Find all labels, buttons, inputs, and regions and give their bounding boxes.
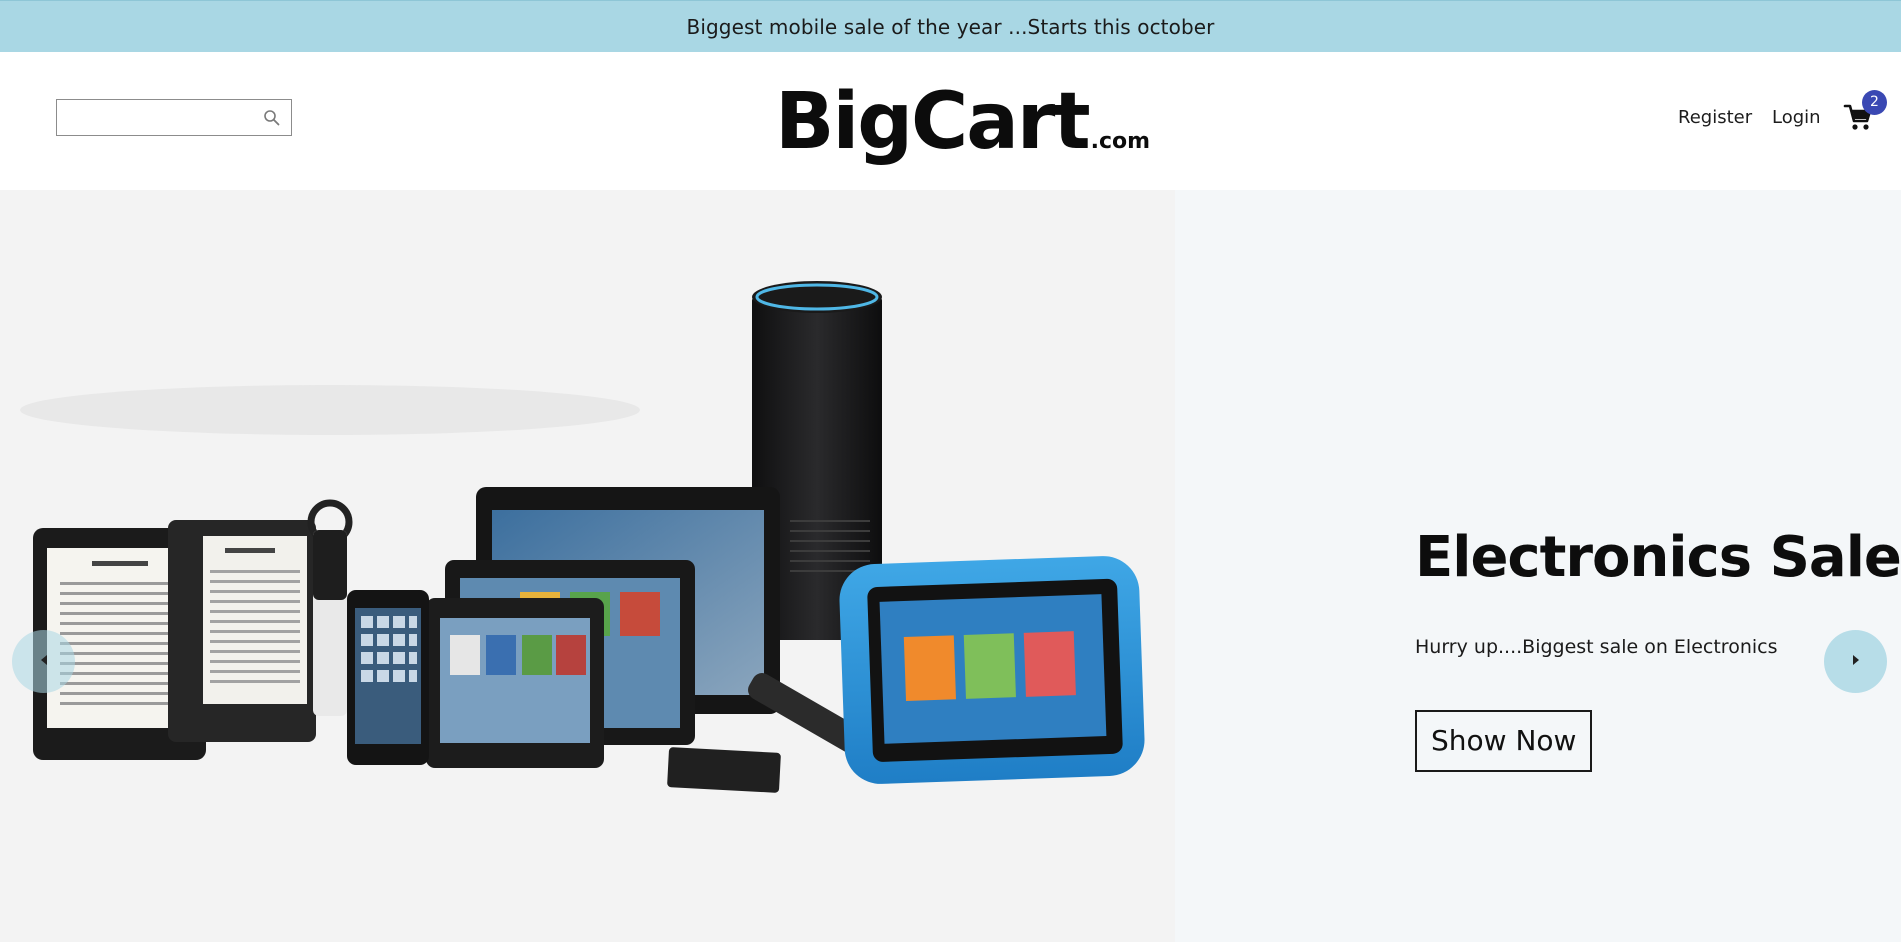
site-logo[interactable]: BigCart .com	[775, 72, 1150, 172]
logo-domain-suffix: .com	[1090, 129, 1151, 154]
slider-next-button[interactable]	[1824, 630, 1887, 693]
show-now-button[interactable]: Show Now	[1415, 710, 1593, 772]
cart-count-badge: 2	[1862, 90, 1887, 115]
logo-wordmark: BigCart	[775, 77, 1091, 167]
hero-content: Electronics Sale Hurry up....Biggest sal…	[1415, 525, 1901, 772]
hero-product-image	[0, 190, 1175, 942]
login-link[interactable]: Login	[1772, 107, 1821, 128]
hero-subtitle: Hurry up....Biggest sale on Electronics	[1415, 636, 1778, 658]
search-box[interactable]	[56, 99, 292, 136]
chevron-right-icon	[1850, 652, 1862, 671]
chevron-left-icon	[38, 652, 50, 671]
hero-title: Electronics Sale	[1415, 525, 1901, 590]
announcement-bar: Biggest mobile sale of the year ...Start…	[0, 0, 1901, 52]
register-link[interactable]: Register	[1678, 107, 1752, 128]
search-icon[interactable]	[263, 109, 281, 127]
site-header: BigCart .com Register Login 2	[0, 52, 1901, 190]
announcement-text: Biggest mobile sale of the year ...Start…	[686, 14, 1215, 39]
hero-slider: Electronics Sale Hurry up....Biggest sal…	[0, 190, 1901, 942]
slider-prev-button[interactable]	[12, 630, 75, 693]
search-input[interactable]	[57, 100, 257, 135]
